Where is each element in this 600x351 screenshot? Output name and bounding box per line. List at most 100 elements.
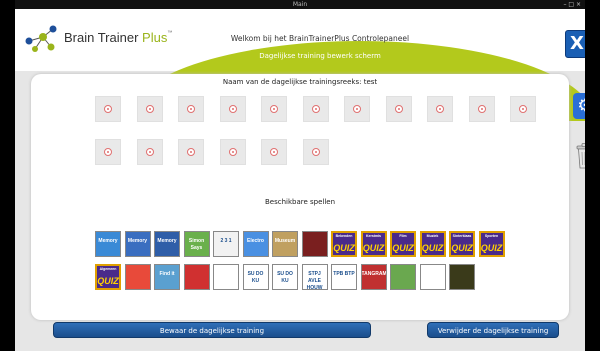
game-label [214, 265, 238, 271]
game-tile-tpb-btp[interactable]: TPB BTP [331, 264, 357, 290]
quiz-label: QUIZ [451, 243, 473, 253]
training-slot[interactable] [178, 139, 204, 165]
game-tile-lantern[interactable] [449, 264, 475, 290]
game-tile-sudoku-2[interactable]: SU DO KU [272, 264, 298, 290]
game-tile-quiz-muziek[interactable]: Muziek QUIZ [419, 231, 446, 257]
game-label [185, 265, 209, 271]
empty-slot-icon [353, 105, 361, 113]
training-slot[interactable] [385, 96, 412, 122]
training-slot[interactable] [219, 139, 246, 165]
training-panel: Naam van de dagelijkse trainingsreeks: t… [31, 74, 569, 320]
empty-slot-icon [436, 105, 444, 113]
game-label [303, 232, 327, 238]
game-tile-electro[interactable]: Electro [242, 231, 269, 257]
training-slot[interactable] [136, 96, 163, 122]
empty-slot-icon [270, 148, 278, 156]
training-slot[interactable] [344, 96, 370, 122]
game-tile-sudoku-1[interactable]: SU DO KU [242, 264, 269, 290]
title-bar: Main – □ × [15, 0, 585, 9]
training-slot[interactable] [95, 139, 121, 165]
quiz-label: QUIZ [392, 243, 414, 253]
game-label [126, 265, 150, 271]
quiz-label: QUIZ [480, 243, 503, 253]
trash-icon[interactable] [576, 143, 585, 169]
game-label: Memory [127, 238, 148, 244]
settings-gear-button[interactable]: ⚙ [573, 93, 585, 119]
game-tile-word-grid[interactable]: STPJ AVLE HOUW GRSK [301, 264, 328, 290]
game-tile-masks[interactable] [301, 231, 328, 257]
game-label: Simon Says [188, 238, 205, 251]
game-tile-simon-says[interactable]: Simon Says [183, 231, 210, 257]
delete-training-button[interactable]: Verwijder de dagelijkse training [427, 322, 559, 338]
game-label: TANGRAM [361, 271, 387, 277]
logo-text: Brain Trainer Plus™ [64, 30, 172, 45]
training-slot[interactable] [178, 96, 204, 122]
game-tile-landscape[interactable] [390, 264, 416, 290]
quiz-topic: Muziek [426, 234, 439, 238]
quiz-topic: Kerstmis [366, 234, 381, 238]
empty-slot-icon [311, 105, 320, 113]
quiz-topic: Bekenden [335, 234, 353, 238]
window-controls[interactable]: – □ × [563, 0, 581, 9]
training-slot[interactable] [261, 139, 287, 165]
logo-tm: ™ [167, 30, 173, 36]
game-label: Memory [98, 238, 118, 244]
game-tile-sequence[interactable]: 2 3 1 [213, 231, 239, 257]
training-slot[interactable] [261, 96, 287, 122]
quiz-topic: Film [399, 234, 407, 238]
training-slot[interactable] [427, 96, 453, 122]
game-tile-quiz-sinterklaas[interactable]: Sinterklaas QUIZ [449, 231, 475, 257]
empty-slot-icon [187, 148, 195, 156]
game-label [421, 265, 445, 271]
game-tile-quiz-algemeen[interactable]: Algemeen QUIZ [95, 264, 121, 290]
empty-slot-icon [187, 105, 195, 113]
empty-slot-icon [311, 148, 320, 156]
logo-brand: Brain Trainer [64, 30, 139, 45]
quiz-label: QUIZ [97, 276, 119, 286]
game-label: STPJ AVLE HOUW GRSK [306, 271, 323, 290]
empty-slot-icon [270, 105, 278, 113]
empty-slot-icon [104, 148, 112, 156]
training-slot[interactable] [468, 96, 495, 122]
game-label: TPB BTP [333, 271, 355, 277]
available-games-title: Beschikbare spellen [264, 198, 336, 206]
game-tile-find-it[interactable]: Find it [154, 264, 180, 290]
quiz-label: QUIZ [421, 243, 444, 253]
training-slot[interactable] [302, 96, 329, 122]
training-slot[interactable] [302, 139, 329, 165]
game-tile-puzzle[interactable] [124, 264, 151, 290]
game-label [450, 265, 474, 271]
game-label [391, 265, 415, 271]
training-slot[interactable] [510, 96, 536, 122]
game-tile-tower-hanoi[interactable] [213, 264, 239, 290]
game-tile-quiz-sporten[interactable]: Sporten QUIZ [478, 231, 505, 257]
window-title: Main [292, 1, 308, 8]
training-slot[interactable] [219, 96, 246, 122]
game-tile-museum[interactable]: Museum [272, 231, 298, 257]
game-tile-quiz-film[interactable]: Film QUIZ [390, 231, 416, 257]
training-slot[interactable] [136, 139, 163, 165]
game-tile-quiz-kerstmis[interactable]: Kerstmis QUIZ [360, 231, 387, 257]
save-training-button[interactable]: Bewaar de dagelijkse training [53, 322, 371, 338]
close-button[interactable]: X [565, 30, 585, 58]
game-tile-memory-2[interactable]: Memory [124, 231, 151, 257]
empty-slot-icon [477, 105, 486, 113]
game-tile-memory-1[interactable]: Memory [95, 231, 121, 257]
empty-slot-icon [519, 105, 527, 113]
game-tile-mole[interactable] [419, 264, 446, 290]
game-tile-connect-four[interactable] [183, 264, 210, 290]
app-window: Main – □ × Brain Trainer Plus™ Welkom bi… [15, 0, 585, 351]
training-slot[interactable] [95, 96, 121, 122]
empty-slot-icon [104, 105, 112, 113]
game-tile-quiz-bekenden[interactable]: Bekenden QUIZ [331, 231, 357, 257]
quiz-label: QUIZ [333, 243, 355, 253]
welcome-title: Welkom bij het BrainTrainerPlus Controle… [230, 34, 410, 43]
game-label: Museum [274, 238, 296, 244]
game-tile-memory-3[interactable]: Memory [154, 231, 180, 257]
quiz-topic: Algemeen [99, 267, 117, 271]
empty-slot-icon [228, 105, 237, 113]
empty-slot-icon [145, 148, 154, 156]
game-label: 2 3 1 [220, 238, 232, 244]
game-tile-tangram[interactable]: TANGRAM [360, 264, 387, 290]
quiz-topic: Sporten [484, 234, 499, 238]
